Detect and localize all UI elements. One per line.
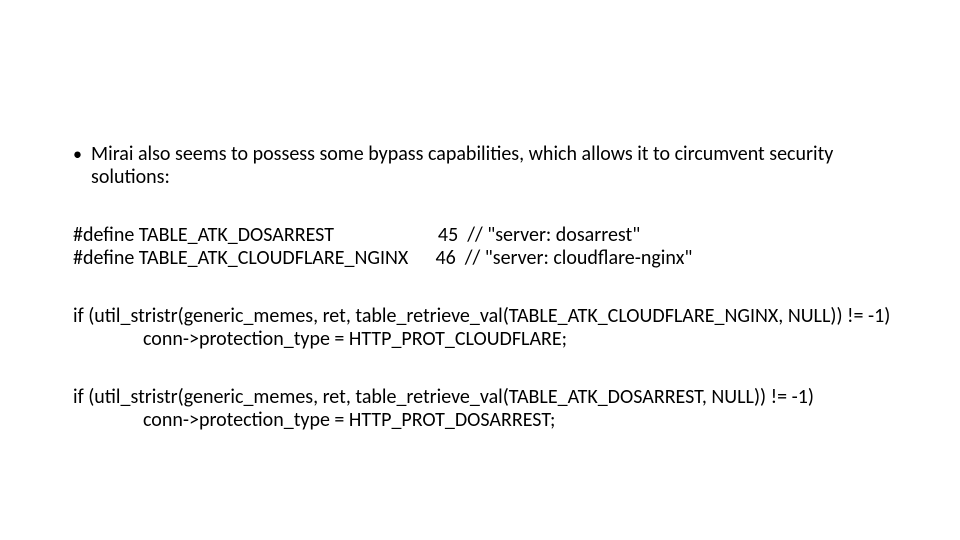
code-if-dosarrest: if (util_stristr(generic_memes, ret, tab… <box>73 386 893 432</box>
bullet-list-item: • Mirai also seems to possess some bypas… <box>73 143 893 189</box>
code-line: if (util_stristr(generic_memes, ret, tab… <box>73 386 893 409</box>
code-line: #define TABLE_ATK_DOSARREST 45 // "serve… <box>73 223 640 247</box>
code-line: conn->protection_type = HTTP_PROT_CLOUDF… <box>73 328 893 351</box>
code-if-cloudflare: if (util_stristr(generic_memes, ret, tab… <box>73 305 893 351</box>
bullet-marker: • <box>73 143 91 165</box>
slide-body: • Mirai also seems to possess some bypas… <box>73 143 893 467</box>
bullet-text: Mirai also seems to possess some bypass … <box>91 143 893 189</box>
code-line: #define TABLE_ATK_CLOUDFLARE_NGINX 46 //… <box>73 246 692 270</box>
code-line: if (util_stristr(generic_memes, ret, tab… <box>73 305 893 328</box>
code-defines: #define TABLE_ATK_DOSARREST 45 // "serve… <box>73 224 893 270</box>
code-line: conn->protection_type = HTTP_PROT_DOSARR… <box>73 409 893 432</box>
